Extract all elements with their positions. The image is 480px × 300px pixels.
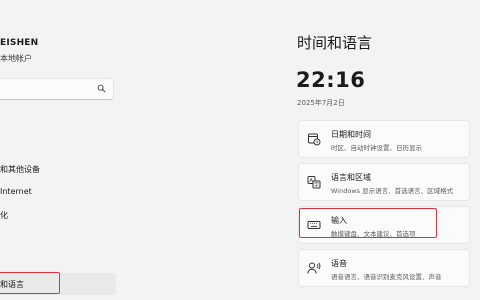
card-language-region[interactable]: A 字 语言和区域 Windows 显示语言、首选语言、区域格式 (298, 163, 470, 201)
account-name: EISHEN (0, 38, 39, 48)
search-input[interactable] (3, 81, 97, 102)
sidebar-item-network[interactable]: Internet (0, 187, 32, 196)
language-icon: A 字 (307, 176, 321, 189)
current-date: 2025年7月2日 (297, 99, 345, 107)
card-language-region-subtitle: Windows 显示语言、首选语言、区域格式 (331, 187, 454, 195)
search-icon[interactable] (97, 84, 106, 93)
card-date-time-title: 日期和时间 (331, 130, 371, 139)
card-date-time[interactable]: 日期和时间 时区、自动时钟设置、日历显示 (298, 120, 470, 158)
sidebar-item-devices[interactable]: 和其他设备 (0, 164, 40, 175)
card-speech-title: 语音 (331, 259, 347, 268)
main-panel: 时间和语言 22:16 2025年7月2日 日期和时间 时区、自动时钟设置、日历… (280, 0, 480, 300)
card-language-region-title: 语言和区域 (331, 173, 371, 182)
sidebar-item-personalization[interactable]: 化 (0, 210, 8, 221)
clock-calendar-icon (308, 133, 321, 146)
account-type: 本地帐户 (0, 54, 32, 63)
search-box[interactable] (0, 78, 114, 102)
sidebar: EISHEN 本地帐户 和其他设备 Internet 化 和语言 (0, 0, 128, 300)
card-speech[interactable]: 语音 语音语言、语音识别麦克风设置、声音 (298, 249, 470, 287)
speech-icon (307, 262, 321, 274)
annotation-highlight-typing (299, 208, 437, 238)
page-title: 时间和语言 (297, 34, 373, 52)
card-date-time-subtitle: 时区、自动时钟设置、日历显示 (331, 144, 422, 152)
annotation-highlight-nav (0, 272, 60, 294)
svg-text:字: 字 (314, 182, 319, 189)
current-time: 22:16 (296, 68, 366, 92)
card-speech-subtitle: 语音语言、语音识别麦克风设置、声音 (331, 273, 442, 281)
